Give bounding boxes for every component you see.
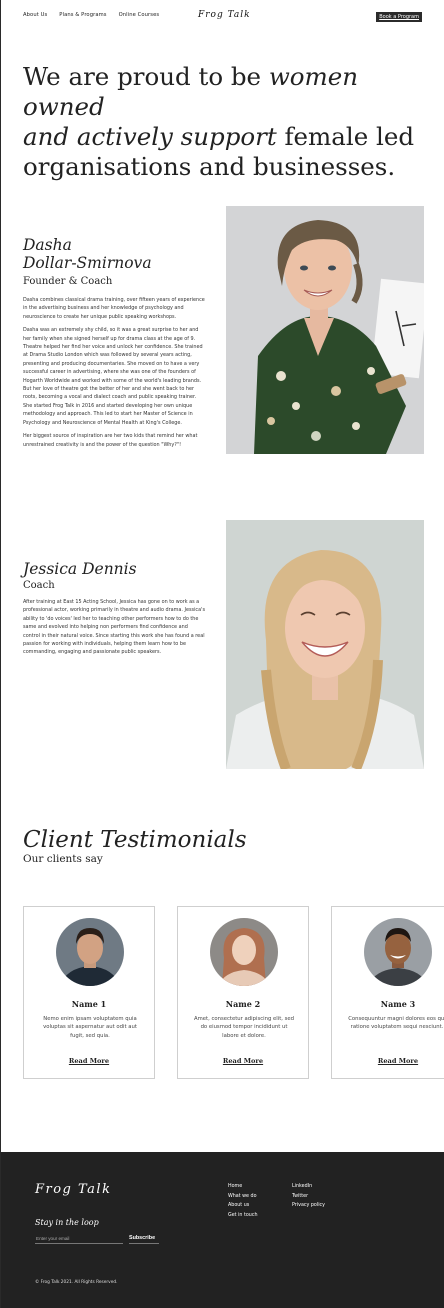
bio-paragraph: Dasha combines classical drama training,… (23, 297, 205, 320)
footer-link-about-us[interactable]: About us (228, 1203, 258, 1209)
footer-link-what-we-do[interactable]: What we do (228, 1194, 258, 1200)
subscribe-button[interactable]: Subscribe (129, 1233, 159, 1244)
newsletter-heading: Stay in the loop (35, 1218, 99, 1227)
name-line: Dollar-Smirnova (23, 254, 152, 272)
footer: Frog Talk Stay in the loop Subscribe Hom… (1, 1152, 444, 1308)
testimonial-card: Name 1 Nemo enim ipsam voluptatem quia v… (23, 906, 155, 1079)
read-more-link[interactable]: Read More (332, 1057, 444, 1065)
hero-heading: We are proud to be women owned and active… (23, 62, 423, 182)
book-program-button[interactable]: Book a Program (376, 12, 422, 22)
client-quote: Consequuntur magni dolores eos qui ratio… (348, 1016, 444, 1031)
nav-online-courses[interactable]: Online Courses (119, 12, 160, 18)
top-nav: About Us Plans & Programs Online Courses (23, 12, 159, 18)
testimonial-card: Name 3 Consequuntur magni dolores eos qu… (331, 906, 444, 1079)
bio-paragraph: After training at East 15 Acting School,… (23, 599, 206, 656)
footer-links-col-1: Home What we do About us Get in touch (228, 1184, 258, 1219)
footer-logo[interactable]: Frog Talk (35, 1182, 111, 1197)
bio-paragraph: Her biggest source of inspiration are he… (23, 433, 198, 448)
testimonials-subtitle: Our clients say (23, 853, 103, 865)
team-member-bio: After training at East 15 Acting School,… (23, 598, 206, 662)
client-avatar (210, 918, 278, 986)
client-name: Name 3 (380, 999, 416, 1009)
name-line: Dasha (23, 236, 72, 254)
hero-text-2: female led (276, 122, 415, 151)
bio-paragraph: Dasha was an extremely shy child, so it … (23, 327, 203, 426)
footer-link-linkedin[interactable]: LinkedIn (292, 1184, 325, 1190)
hero-text-1: We are proud to be (23, 62, 269, 91)
team-member-name: Jessica Dennis (23, 560, 137, 578)
client-name: Name 2 (225, 999, 261, 1009)
read-more-link[interactable]: Read More (178, 1057, 308, 1065)
client-avatar (56, 918, 124, 986)
nav-plans-programs[interactable]: Plans & Programs (59, 12, 106, 18)
dasha-photo (226, 206, 424, 454)
footer-link-home[interactable]: Home (228, 1184, 258, 1190)
footer-link-privacy-policy[interactable]: Privacy policy (292, 1203, 325, 1209)
jessica-photo (226, 520, 424, 769)
team-member-bio: Dasha combines classical drama training,… (23, 296, 206, 454)
team-member-role: Coach (23, 580, 55, 591)
hero-emphasis-2: and actively support (23, 122, 277, 151)
brand-logo[interactable]: Frog Talk (198, 10, 251, 20)
team-member-role: Founder & Coach (23, 276, 113, 287)
footer-links-col-2: LinkedIn Twitter Privacy policy (292, 1184, 325, 1209)
client-quote: Amet, consectetur adipiscing elit, sed d… (193, 1016, 295, 1039)
footer-link-get-in-touch[interactable]: Get in touch (228, 1213, 258, 1219)
email-input[interactable] (35, 1234, 123, 1244)
team-member-name: Dasha Dollar-Smirnova (23, 236, 152, 272)
testimonials-title: Client Testimonials (23, 827, 247, 853)
read-more-link[interactable]: Read More (24, 1057, 154, 1065)
hero-text-3: organisations and businesses. (23, 152, 396, 181)
copyright: © Frog Talk 2021. All Rights Reserved. (35, 1280, 118, 1285)
nav-about-us[interactable]: About Us (23, 12, 47, 18)
client-name: Name 1 (71, 999, 107, 1009)
client-avatar (364, 918, 432, 986)
footer-link-twitter[interactable]: Twitter (292, 1194, 325, 1200)
client-quote: Nemo enim ipsam voluptatem quia voluptas… (43, 1016, 137, 1039)
testimonial-card: Name 2 Amet, consectetur adipiscing elit… (177, 906, 309, 1079)
page: About Us Plans & Programs Online Courses… (0, 0, 444, 1308)
